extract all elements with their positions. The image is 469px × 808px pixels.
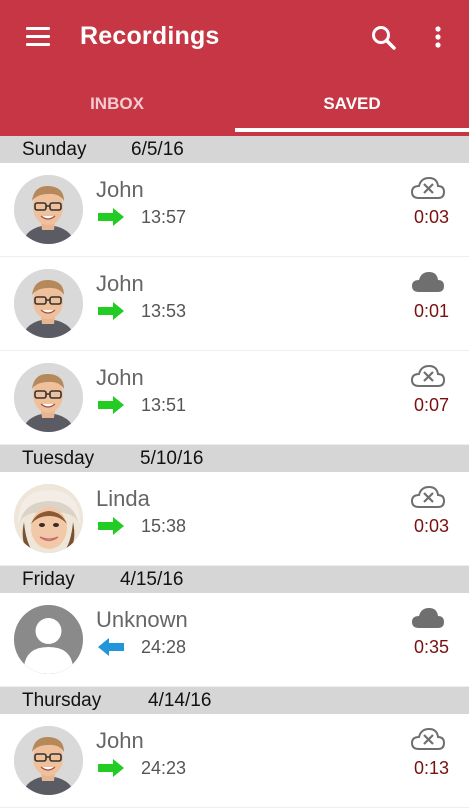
recording-row[interactable]: Unknown 24:28 0:35 [0,593,469,687]
section-date: 4/15/16 [120,569,184,590]
contact-name: John [96,271,144,296]
incoming-arrow-icon [98,759,124,777]
contact-name: John [96,177,144,202]
avatar[interactable] [14,269,83,338]
recording-duration: 0:01 [413,301,449,321]
contact-name: John [96,728,144,753]
section-date: 6/5/16 [131,139,184,160]
recording-time: 13:51 [141,395,187,415]
cloud-icon[interactable] [411,606,445,630]
incoming-arrow-icon [98,302,124,320]
section-day: Friday [22,569,75,590]
section-header: Sunday 6/5/16 [0,136,469,163]
contact-name: Unknown [96,607,188,632]
recording-duration: 0:03 [413,516,449,536]
recording-duration: 0:13 [413,758,449,778]
recording-row[interactable]: John 13:53 0:01 [0,257,469,351]
outgoing-arrow-icon [98,638,124,656]
cloud-off-icon[interactable] [410,364,446,388]
cloud-off-icon[interactable] [410,176,446,200]
section-header: Thursday 4/14/16 [0,687,469,714]
section-date: 4/14/16 [148,690,212,711]
section-header: Tuesday 5/10/16 [0,445,469,472]
incoming-arrow-icon [98,517,124,535]
recording-duration: 0:07 [413,395,449,415]
page-title: Recordings [80,22,220,50]
avatar[interactable] [14,726,83,795]
recording-duration: 0:03 [413,207,449,227]
app-bar: Recordings INBOX SAVED [0,0,469,136]
recording-row[interactable]: Linda 15:38 0:03 [0,472,469,566]
search-icon[interactable] [370,24,398,52]
more-vert-icon[interactable] [430,24,446,52]
avatar[interactable] [14,175,83,244]
recording-time: 15:38 [141,516,187,536]
contact-name: John [96,365,144,390]
cloud-icon[interactable] [411,270,445,294]
recording-time: 13:57 [141,207,187,227]
avatar[interactable] [14,363,83,432]
incoming-arrow-icon [98,396,124,414]
menu-icon[interactable] [26,27,52,49]
section-header: Friday 4/15/16 [0,566,469,593]
cloud-off-icon[interactable] [410,727,446,751]
contact-name: Linda [96,486,150,511]
recording-time: 24:28 [141,637,187,657]
section-date: 5/10/16 [140,448,204,469]
recording-time: 13:53 [141,301,187,321]
tab-indicator [235,128,469,132]
avatar[interactable] [14,484,83,553]
tab-inbox[interactable]: INBOX [0,80,234,136]
cloud-off-icon[interactable] [410,485,446,509]
incoming-arrow-icon [98,208,124,226]
section-day: Sunday [22,139,87,160]
section-day: Thursday [22,690,102,711]
recording-row[interactable]: John 24:23 0:13 [0,714,469,808]
recordings-list: Sunday 6/5/16 John 13:57 0:03 John 13:53 0:01… [0,136,469,808]
avatar[interactable] [14,605,83,674]
recording-time: 24:23 [141,758,187,778]
section-day: Tuesday [22,448,95,469]
recording-row[interactable]: John 13:57 0:03 [0,163,469,257]
recording-duration: 0:35 [413,637,449,657]
recording-row[interactable]: John 13:51 0:07 [0,351,469,445]
